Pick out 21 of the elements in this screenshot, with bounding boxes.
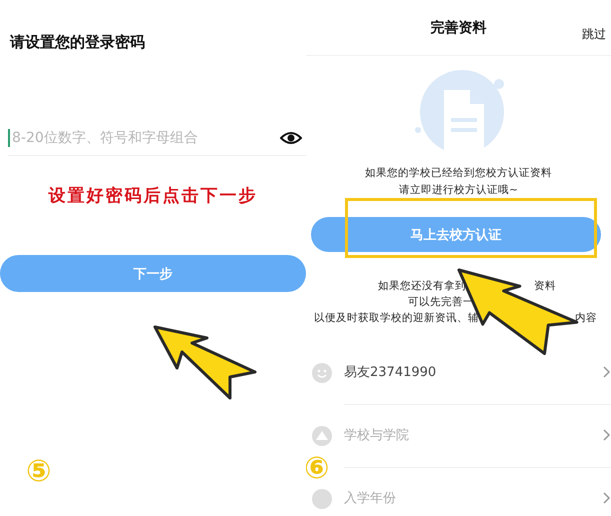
chevron-icon (603, 366, 611, 378)
step-number: ⑤ (26, 455, 52, 489)
page-title: 完善资料 (430, 18, 486, 36)
chevron-icon (603, 429, 611, 441)
password-field[interactable]: 8-20位数字、符号和字母组合 (8, 129, 280, 147)
step-number: ⑥ (306, 452, 330, 486)
eye-icon[interactable] (280, 131, 302, 145)
info-text: 如果您的学校已经给到您校方认证资料 (365, 166, 552, 180)
next-button[interactable]: 下一步 (0, 255, 306, 292)
profile-row[interactable]: 入学年份 (344, 466, 611, 516)
smiley-icon (312, 362, 332, 382)
info-text: 资料 (534, 279, 556, 293)
info-text: 请立即进行校方认证哦~ (399, 183, 518, 197)
skip-link[interactable]: 跳过 (582, 26, 606, 43)
page-title: 请设置您的登录密码 (8, 32, 146, 52)
info-text: 以便及时获取学校的迎新资讯、辅 (314, 311, 479, 325)
instruction-text: 设置好密码后点击下一步 (47, 185, 258, 207)
profile-row[interactable]: 学校与学院 (344, 404, 611, 468)
verify-button[interactable]: 马上去校方认证 (311, 217, 601, 252)
info-text: 内容 (575, 311, 597, 325)
chevron-icon (603, 492, 611, 504)
